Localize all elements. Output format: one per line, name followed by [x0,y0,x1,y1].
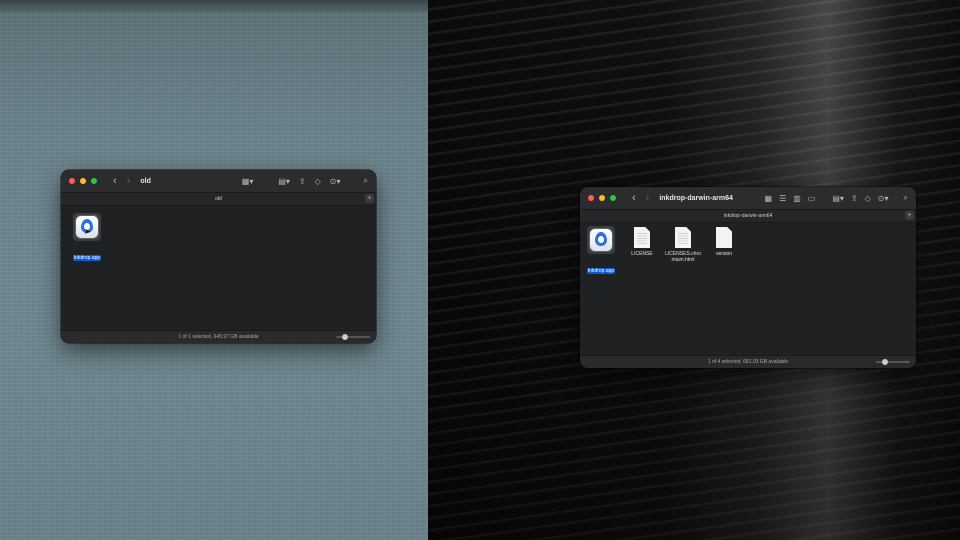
file-label: version [715,251,733,257]
file-item-licenses-chromium[interactable]: LICENSES.chromium.html [663,227,703,263]
status-text: 1 of 4 selected, 681.03 GB available [707,359,789,365]
file-label: Inkdrop.app [586,268,616,274]
file-item-version[interactable]: version [704,227,744,257]
add-tab-button[interactable]: + [365,194,374,203]
status-text: 1 of 1 selected, 645.97 GB available [178,334,259,340]
finder-window-old[interactable]: ‹ › old ▦▾ ▤▾ ⇪ ◇ ⊙▾ ⌕ old + Inkdrop.app… [61,170,376,343]
icon-size-slider[interactable] [336,334,370,340]
slider-knob[interactable] [342,334,348,340]
minimize-window-button[interactable] [80,178,86,184]
path-label: inkdrop-darwin-arm64 [723,213,773,219]
path-label: old [215,196,222,202]
window-title: inkdrop-darwin-arm64 [659,194,733,202]
window-controls [588,195,616,201]
group-icon[interactable]: ▤▾ [278,177,290,186]
document-icon [675,227,691,248]
search-icon[interactable]: ⌕ [364,176,368,186]
file-label: LICENSE [631,251,653,257]
nav-buttons: ‹ › [632,192,649,204]
file-grid[interactable]: Inkdrop.app ➤ [61,205,376,331]
search-icon[interactable]: ⌕ [904,193,908,203]
document-icon [634,227,650,248]
column-view-icon[interactable]: ▥ [793,194,801,203]
icon-view-icon[interactable]: ▦ [765,194,773,203]
file-item-license[interactable]: LICENSE [622,227,662,257]
file-label: Inkdrop.app [72,255,102,261]
status-bar: 1 of 1 selected, 645.97 GB available [61,330,376,343]
document-icon [716,227,732,248]
slider-knob[interactable] [882,359,888,365]
file-label: LICENSES.chromium.html [665,251,701,263]
inkdrop-app-icon [590,229,612,251]
forward-button[interactable]: › [127,175,131,187]
more-actions-icon[interactable]: ⊙▾ [878,194,889,203]
titlebar[interactable]: ‹ › old ▦▾ ▤▾ ⇪ ◇ ⊙▾ ⌕ [61,170,376,192]
toolbar: ▦▾ ▤▾ ⇪ ◇ ⊙▾ ⌕ [242,170,368,192]
forward-button[interactable]: › [646,192,650,204]
titlebar[interactable]: ‹ › inkdrop-darwin-arm64 ▦ ☰ ▥ ▭ ▤▾ ⇪ ◇ … [580,187,916,209]
status-bar: 1 of 4 selected, 681.03 GB available [580,355,916,368]
gallery-view-icon[interactable]: ▭ [808,194,816,203]
back-button[interactable]: ‹ [113,175,117,187]
tag-icon[interactable]: ◇ [315,177,321,186]
file-item-inkdrop-app[interactable]: Inkdrop.app [581,226,621,277]
selection-highlight [587,226,615,254]
toolbar: ▦ ☰ ▥ ▭ ▤▾ ⇪ ◇ ⊙▾ ⌕ [765,187,909,209]
window-title: old [140,177,151,185]
path-bar: old + [61,192,376,206]
wallpaper-strip [0,0,428,12]
mouse-pointer-icon: ➤ [84,227,91,236]
add-tab-button[interactable]: + [905,211,914,220]
share-icon[interactable]: ⇪ [851,194,858,203]
more-actions-icon[interactable]: ⊙▾ [330,177,341,186]
close-window-button[interactable] [588,195,594,201]
file-grid[interactable]: Inkdrop.app LICENSE LICENSES.chromium.ht… [580,222,916,356]
group-icon[interactable]: ▤▾ [832,194,844,203]
file-item-inkdrop-app[interactable]: Inkdrop.app ➤ [67,213,107,264]
close-window-button[interactable] [69,178,75,184]
share-icon[interactable]: ⇪ [299,177,306,186]
path-bar: inkdrop-darwin-arm64 + [580,209,916,223]
finder-window-inkdrop-darwin-arm64[interactable]: ‹ › inkdrop-darwin-arm64 ▦ ☰ ▥ ▭ ▤▾ ⇪ ◇ … [580,187,916,368]
zoom-window-button[interactable] [610,195,616,201]
zoom-window-button[interactable] [91,178,97,184]
minimize-window-button[interactable] [599,195,605,201]
back-button[interactable]: ‹ [632,192,636,204]
list-view-icon[interactable]: ☰ [779,194,786,203]
window-controls [69,178,97,184]
icon-size-slider[interactable] [876,359,910,365]
nav-buttons: ‹ › [113,175,130,187]
view-icon-grid-icon[interactable]: ▦▾ [242,177,254,186]
tag-icon[interactable]: ◇ [865,194,871,203]
